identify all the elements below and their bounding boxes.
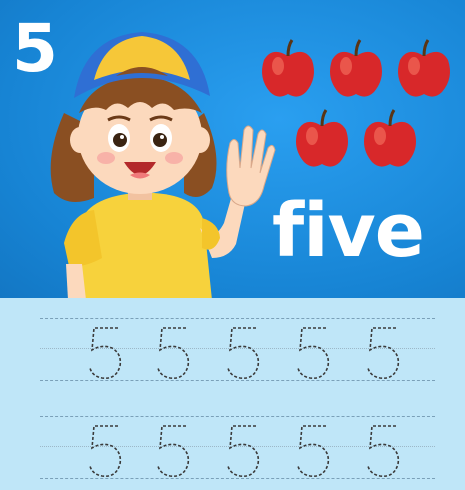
apple-group [250, 30, 460, 180]
trace-row [40, 416, 435, 480]
worksheet-page: 5 five [0, 0, 465, 490]
number-word: five [272, 188, 425, 274]
apple-icon [330, 39, 382, 97]
tracing-area [0, 298, 465, 490]
trace-glyph-5[interactable] [222, 322, 264, 382]
apple-icon [296, 109, 348, 167]
apple-icon [262, 39, 314, 97]
trace-glyph-5[interactable] [362, 322, 404, 382]
trace-glyph-5[interactable] [152, 420, 194, 480]
trace-row [40, 318, 435, 382]
girl-waving-icon [50, 32, 276, 300]
apple-icon [364, 109, 416, 167]
header-panel: 5 five [0, 0, 465, 300]
apple-icon [398, 39, 450, 97]
guide-line-top [40, 318, 435, 319]
trace-glyph-5[interactable] [222, 420, 264, 480]
trace-glyph-5[interactable] [84, 420, 126, 480]
trace-glyph-5[interactable] [292, 322, 334, 382]
trace-glyph-5[interactable] [152, 322, 194, 382]
trace-glyph-5[interactable] [292, 420, 334, 480]
trace-glyph-5[interactable] [84, 322, 126, 382]
guide-line-top [40, 416, 435, 417]
trace-glyph-5[interactable] [362, 420, 404, 480]
